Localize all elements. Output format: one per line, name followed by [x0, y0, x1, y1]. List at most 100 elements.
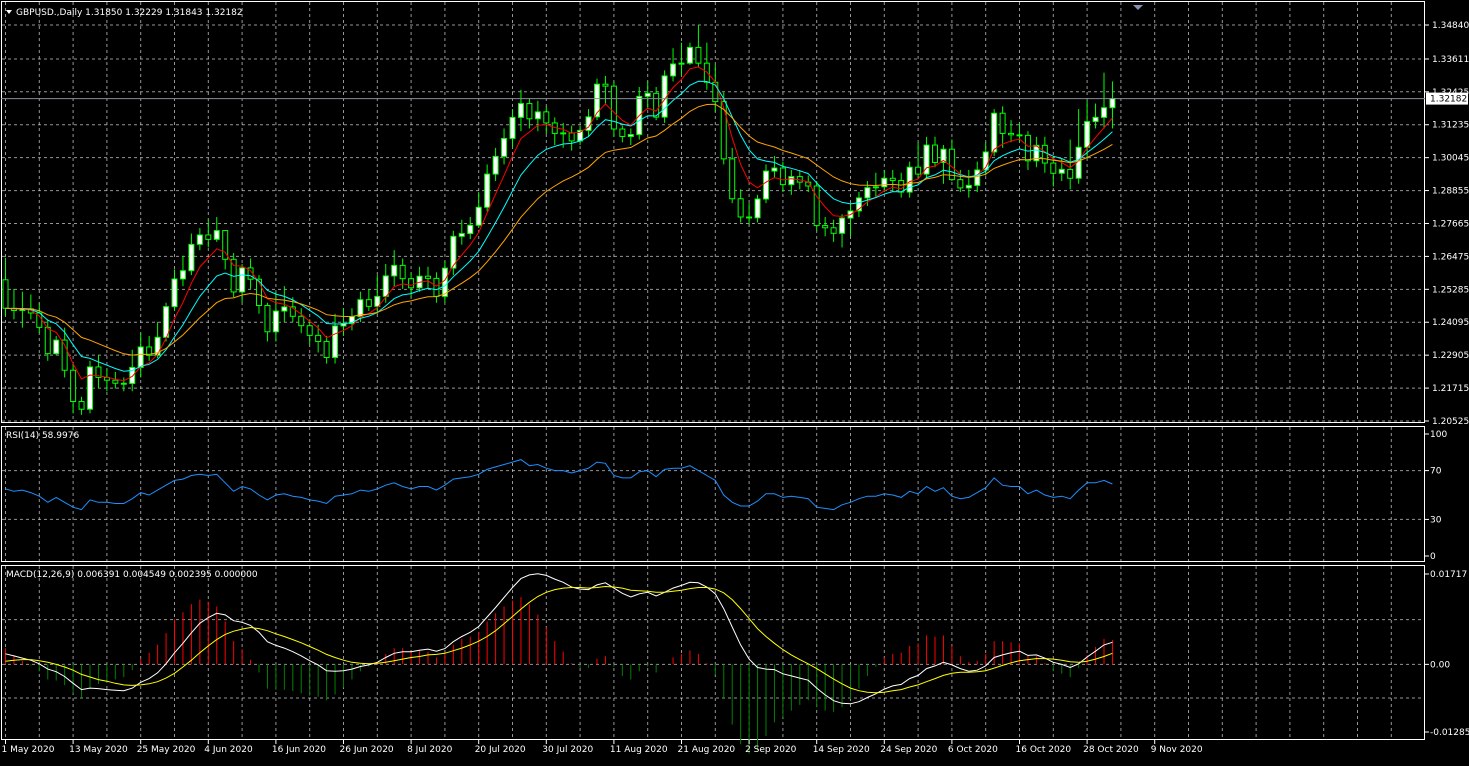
last-price-value: 1.32182 — [1430, 95, 1467, 105]
x-tick-label: 28 Oct 2020 — [1083, 745, 1139, 755]
y-tick-label: 1.24095 — [1432, 318, 1469, 328]
y-tick-label: 1.28855 — [1432, 187, 1469, 197]
candle-body — [485, 174, 490, 207]
x-tick-label: 21 Aug 2020 — [678, 745, 736, 755]
x-tick-label: 20 Jul 2020 — [475, 745, 526, 755]
candle-body — [831, 228, 836, 234]
candle-body — [1000, 113, 1005, 133]
candle-body — [772, 168, 777, 171]
candle-body — [45, 327, 50, 353]
candle-body — [654, 93, 659, 117]
candle-body — [459, 234, 464, 237]
candle-body — [1051, 163, 1056, 173]
y-tick-label: 1.31235 — [1432, 121, 1469, 131]
candle-body — [527, 104, 532, 119]
candle-body — [282, 307, 287, 311]
x-tick-label: 11 Aug 2020 — [610, 745, 668, 755]
x-tick-label: 8 Jul 2020 — [407, 745, 452, 755]
y-tick-label: 100 — [1430, 430, 1447, 440]
candle-body — [789, 177, 794, 185]
y-tick-label: 30 — [1430, 515, 1442, 525]
candle-body — [1059, 169, 1064, 173]
candle-body — [1093, 117, 1098, 121]
y-tick-label: 1.21715 — [1432, 384, 1469, 394]
y-tick-label: 70 — [1430, 467, 1442, 477]
candle-body — [620, 129, 625, 136]
candle-body — [518, 104, 523, 118]
candle-body — [730, 159, 735, 199]
candle-body — [679, 63, 684, 64]
x-tick-label: 2 Sep 2020 — [745, 745, 797, 755]
candle-body — [392, 265, 397, 276]
candle-body — [189, 244, 194, 270]
candle-body — [992, 113, 997, 152]
candle-body — [383, 276, 388, 296]
candle-body — [890, 178, 895, 180]
candle-body — [966, 185, 971, 187]
candle-body — [164, 307, 169, 338]
candle-body — [88, 367, 93, 409]
x-tick-label: 24 Sep 2020 — [880, 745, 937, 755]
candle-body — [71, 370, 76, 401]
candle-body — [299, 316, 304, 325]
x-tick-label: 13 May 2020 — [69, 745, 128, 755]
candle-body — [738, 199, 743, 217]
candle-body — [333, 326, 338, 358]
candle-body — [1085, 122, 1090, 148]
candle-body — [366, 300, 371, 307]
candle-body — [645, 93, 650, 96]
candle-body — [307, 326, 312, 336]
candle-body — [721, 102, 726, 159]
candle-body — [696, 47, 701, 63]
y-tick-label: 1.26475 — [1432, 252, 1469, 262]
candle-body — [197, 235, 202, 244]
candle-body — [916, 167, 921, 174]
candle-body — [121, 383, 126, 384]
rsi-title: RSI(14) 58.9976 — [6, 431, 79, 441]
candle-body — [426, 276, 431, 278]
candle-body — [113, 380, 118, 383]
chart-area[interactable]: GBPUSD.,Daily 1.31850 1.32229 1.31843 1.… — [0, 0, 1469, 763]
candle-body — [603, 84, 608, 86]
y-tick-label: 1.20525 — [1432, 417, 1469, 427]
candle-body — [755, 199, 760, 218]
symbol-title: GBPUSD.,Daily 1.31850 1.32229 1.31843 1.… — [16, 8, 243, 18]
candle-body — [180, 271, 185, 279]
candle-body — [442, 268, 447, 296]
x-tick-label: 16 Oct 2020 — [1016, 745, 1072, 755]
y-tick-label: 0.01717 — [1430, 570, 1467, 580]
x-tick-label: 9 Nov 2020 — [1151, 745, 1203, 755]
candle-body — [54, 340, 59, 354]
candle-body — [358, 300, 363, 317]
x-tick-label: 30 Jul 2020 — [542, 745, 593, 755]
candle-body — [1042, 145, 1047, 163]
x-tick-label: 25 May 2020 — [137, 745, 196, 755]
candle-body — [1110, 99, 1115, 108]
candle-body — [764, 171, 769, 199]
macd-title: MACD(12,26,9) 0.006391 0.004549 0.002395… — [6, 570, 258, 580]
x-tick-label: 26 Jun 2020 — [340, 745, 394, 755]
candle-body — [138, 347, 143, 367]
x-tick-label: 6 Oct 2020 — [948, 745, 998, 755]
y-tick-label: 1.34840 — [1432, 21, 1469, 31]
candle-body — [687, 47, 692, 63]
candle-body — [747, 217, 752, 218]
candle-body — [975, 170, 980, 185]
candle-body — [409, 279, 414, 288]
candle-body — [882, 178, 887, 187]
candle-body — [502, 138, 507, 156]
candle-body — [840, 218, 845, 233]
chart-background — [0, 0, 1469, 763]
candle-body — [544, 112, 549, 123]
candle-body — [671, 64, 676, 76]
candle-body — [273, 311, 278, 332]
candle-body — [933, 145, 938, 162]
candle-body — [468, 225, 473, 233]
candle-body — [434, 278, 439, 296]
candle-body — [535, 112, 540, 119]
candle-body — [1102, 108, 1107, 118]
candle-body — [1009, 133, 1014, 134]
candle-body — [611, 86, 616, 129]
y-tick-label: 1.27665 — [1432, 219, 1469, 229]
candle-body — [1025, 135, 1030, 160]
